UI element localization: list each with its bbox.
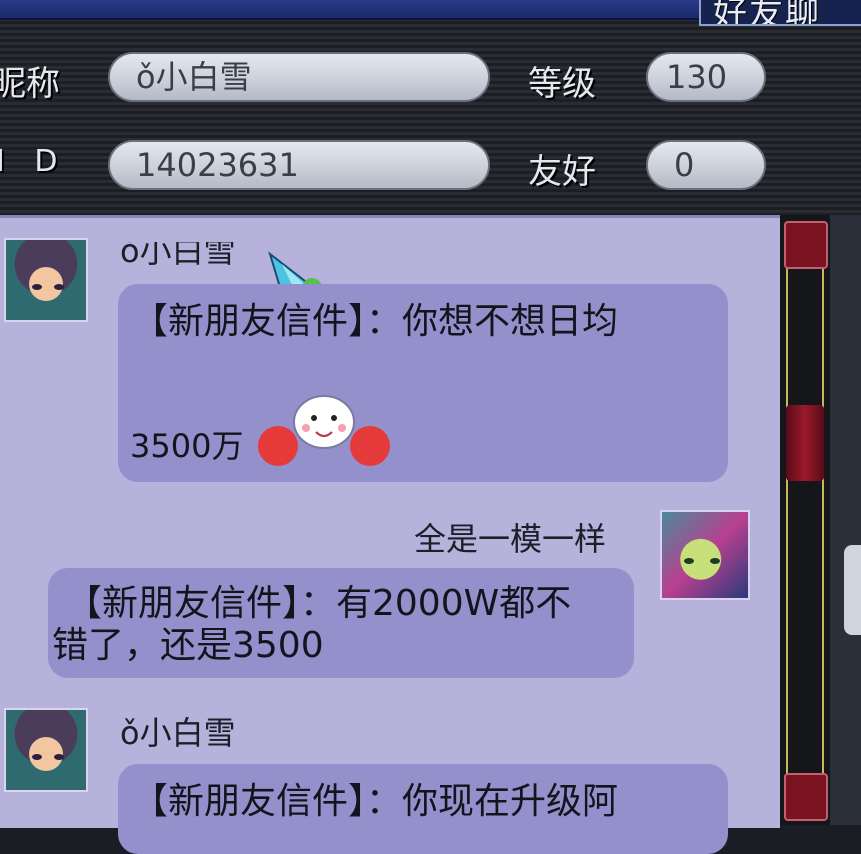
scroll-up-icon[interactable]: [784, 221, 828, 269]
sender-name: ǒ小白雪: [120, 714, 236, 752]
message-bubble: 【新朋友信件】：你现在升级阿: [118, 764, 728, 854]
window-title: 好友聊: [713, 0, 821, 26]
message-bubble: 【新朋友信件】：你想不想日均 3500万: [118, 284, 728, 482]
chat-log[interactable]: ǒ小白雪 【新朋友信件】：你想不想日均 3500万 全是一模一样 【新朋友信件】…: [0, 215, 780, 854]
level-label: 等级: [528, 64, 596, 104]
friendship-field: 0: [646, 140, 766, 190]
side-strip: [830, 215, 861, 825]
message-text: 【新朋友信件】：你现在升级阿: [132, 781, 619, 822]
friendship-label: 友好: [528, 152, 596, 192]
avatar[interactable]: [4, 238, 88, 322]
nickname-field[interactable]: ǒ小白雪: [108, 52, 490, 102]
avatar[interactable]: [660, 510, 750, 600]
avatar[interactable]: [4, 708, 88, 792]
sender-name: ǒ小白雪: [120, 232, 236, 270]
window-title-box: 好友聊: [699, 0, 861, 26]
id-label: I D: [0, 144, 68, 179]
message-text: 【新朋友信件】：有2000W都不: [66, 583, 572, 624]
side-tab[interactable]: [844, 545, 861, 635]
nickname-label: 昵称: [0, 64, 60, 104]
sender-name: 全是一模一样: [414, 520, 607, 558]
scroll-thumb[interactable]: [786, 405, 824, 481]
message-text: 【新朋友信件】：你想不想日均: [132, 301, 619, 342]
message-text: 3500万: [130, 427, 244, 465]
message-text: 错了，还是3500: [52, 625, 324, 666]
message-bubble: 【新朋友信件】：有2000W都不 错了，还是3500: [48, 568, 634, 678]
scroll-down-icon[interactable]: [784, 773, 828, 821]
chat-scrollbar[interactable]: [780, 215, 830, 825]
level-field: 130: [646, 52, 766, 102]
cheerleader-emoji-icon: [258, 395, 390, 466]
id-field[interactable]: 14023631: [108, 140, 490, 190]
